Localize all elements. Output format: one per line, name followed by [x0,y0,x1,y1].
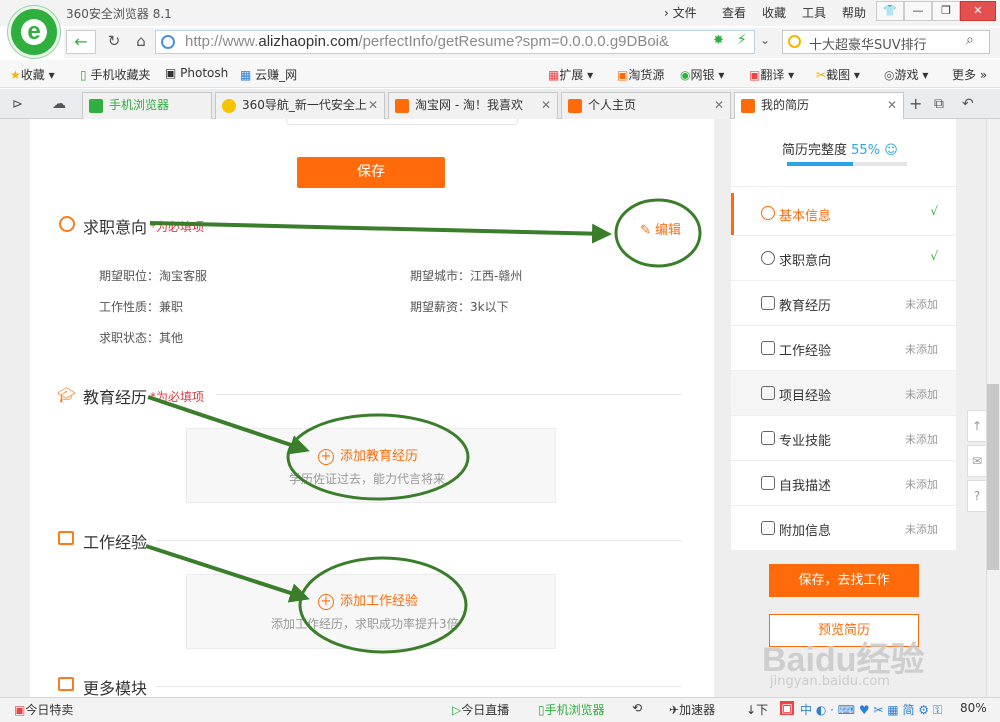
status-deals[interactable]: ▣今日特卖 [14,701,73,718]
annotation-arrow [145,544,310,603]
status-accelerator[interactable]: ✈加速器 [669,701,715,718]
status-sogou-icon[interactable]: ▣ [780,701,794,715]
annotation-overlay [145,198,702,654]
annotation-circle [614,198,702,268]
zoom-level[interactable]: 80% [960,701,987,715]
status-mobile-browser[interactable]: ▯手机浏览器 [538,701,605,718]
annotation-arrow [149,221,612,244]
annotation-circle [298,556,468,654]
annotation-circle [286,413,470,501]
watermark-url: jingyan.baidu.com [770,674,890,689]
annotation-arrow [147,395,310,455]
status-sync-icon[interactable]: ⟲ [632,701,642,715]
ime-icons[interactable]: 中 ◐ · ⌨ ♥ ✂ ▦ 简 ⚙ ⚿ [800,701,942,718]
status-live[interactable]: ▷今日直播 [452,701,509,718]
status-download[interactable]: ↓下 [746,701,768,718]
